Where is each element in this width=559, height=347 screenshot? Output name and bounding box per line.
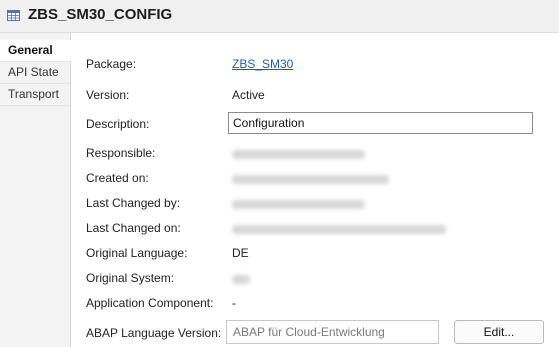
original-system-value-redacted [232, 275, 250, 284]
application-component-value: - [232, 296, 236, 310]
general-panel: Package: ZBS_SM30 Version: Active Descri… [71, 33, 559, 347]
responsible-label: Responsible: [86, 146, 156, 160]
abap-language-version-label: ABAP Language Version: [86, 326, 222, 340]
editor-title: ZBS_SM30_CONFIG [28, 6, 173, 23]
responsible-value-redacted [232, 150, 365, 159]
table-icon [7, 10, 20, 21]
edit-button[interactable]: Edit... [454, 320, 544, 344]
tab-transport[interactable]: Transport [0, 84, 70, 106]
abap-language-version-field: ABAP für Cloud-Entwicklung [226, 320, 439, 344]
description-input[interactable]: Configuration [228, 112, 533, 134]
created-on-label: Created on: [86, 171, 149, 185]
version-value: Active [232, 88, 265, 102]
original-language-value: DE [232, 246, 249, 260]
last-changed-by-label: Last Changed by: [86, 196, 181, 210]
tab-api-state[interactable]: API State [0, 62, 70, 84]
sidebar-tabs: General API State Transport [0, 33, 71, 347]
editor-title-bar: ZBS_SM30_CONFIG [0, 0, 559, 33]
package-link[interactable]: ZBS_SM30 [232, 57, 293, 71]
application-component-label: Application Component: [86, 296, 214, 310]
last-changed-by-value-redacted [232, 200, 365, 209]
package-label: Package: [86, 57, 137, 71]
original-language-label: Original Language: [86, 246, 188, 260]
description-label: Description: [86, 117, 150, 131]
version-label: Version: [86, 88, 130, 102]
last-changed-on-value-redacted [232, 225, 446, 234]
tab-general[interactable]: General [0, 40, 71, 62]
last-changed-on-label: Last Changed on: [86, 221, 181, 235]
created-on-value-redacted [232, 175, 389, 184]
original-system-label: Original System: [86, 271, 175, 285]
